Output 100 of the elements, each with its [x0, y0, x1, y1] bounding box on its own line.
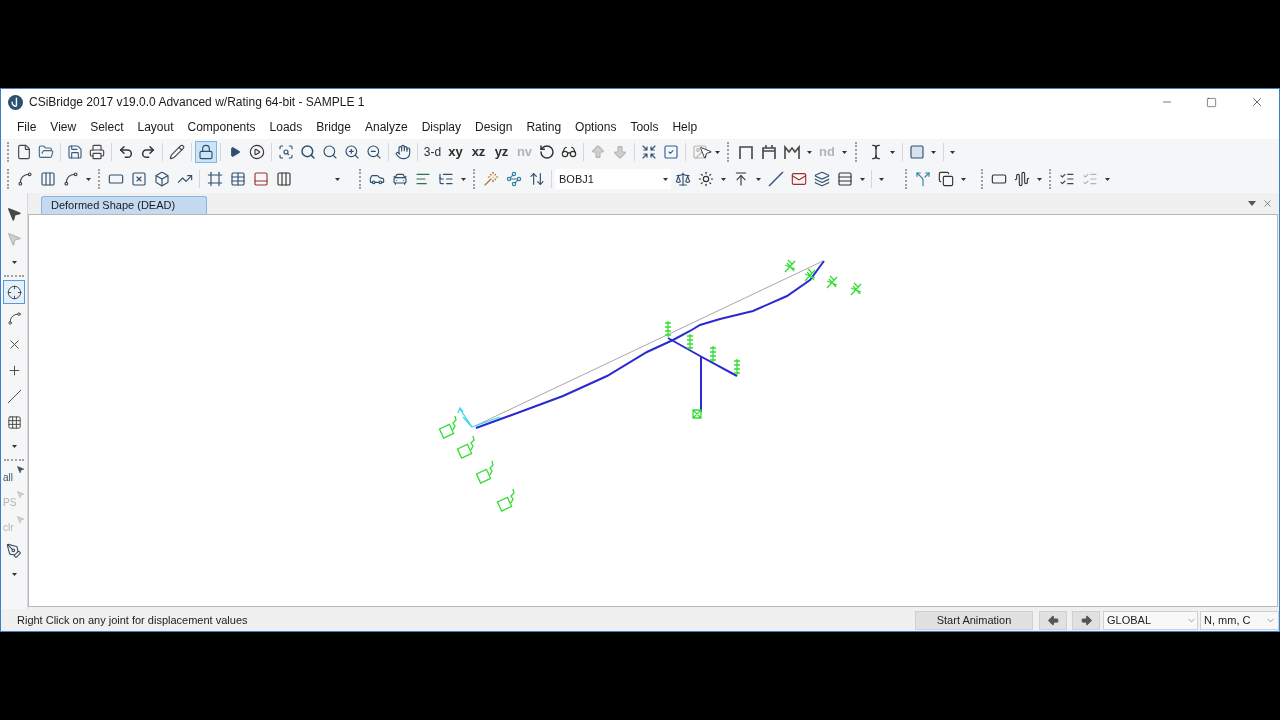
- view-button[interactable]: xz: [467, 141, 490, 163]
- coordinate-system-select[interactable]: GLOBAL: [1103, 610, 1198, 630]
- caret-icon[interactable]: [950, 150, 956, 154]
- save-icon[interactable]: [67, 144, 83, 160]
- units-select[interactable]: N, mm, C: [1200, 610, 1279, 630]
- undo-icon[interactable]: [118, 144, 134, 160]
- checklist-icon[interactable]: [1058, 171, 1075, 187]
- caret-icon[interactable]: [11, 444, 17, 448]
- deck-icon[interactable]: [990, 171, 1007, 187]
- play-icon[interactable]: [229, 146, 241, 158]
- curve-icon[interactable]: [16, 171, 33, 187]
- pencil-icon[interactable]: [169, 144, 185, 160]
- menu-item[interactable]: Help: [665, 115, 705, 139]
- menu-item[interactable]: Design: [468, 115, 520, 139]
- caret-icon[interactable]: [806, 150, 812, 154]
- menu-item[interactable]: Components: [180, 115, 263, 139]
- menu-item[interactable]: File: [10, 115, 44, 139]
- glasses-icon[interactable]: [561, 144, 577, 160]
- portal-frame-icon[interactable]: [738, 144, 754, 160]
- caret-icon[interactable]: [714, 150, 720, 154]
- box-icon[interactable]: [153, 171, 170, 187]
- caret-icon[interactable]: [931, 150, 937, 154]
- select-button[interactable]: all: [2, 463, 26, 488]
- caret-icon[interactable]: [662, 177, 668, 181]
- caret-icon[interactable]: [859, 177, 865, 181]
- menu-item[interactable]: Bridge: [309, 115, 358, 139]
- tab[interactable]: Deformed Shape (DEAD): [41, 196, 207, 214]
- caret-icon[interactable]: [960, 177, 966, 181]
- arch-frame-icon[interactable]: [783, 144, 800, 160]
- rotate-icon[interactable]: [539, 144, 555, 160]
- left-arrow-icon[interactable]: [1046, 613, 1060, 627]
- caret-icon[interactable]: [1104, 177, 1110, 181]
- caret-icon[interactable]: [720, 177, 726, 181]
- caret-icon[interactable]: [842, 150, 848, 154]
- curve-icon[interactable]: [62, 171, 79, 187]
- next-button[interactable]: [1072, 610, 1100, 630]
- envelope-icon[interactable]: [790, 171, 807, 187]
- nodes-icon[interactable]: [505, 171, 522, 187]
- caret-icon[interactable]: [755, 177, 761, 181]
- caret-icon[interactable]: [11, 260, 17, 264]
- menu-item[interactable]: Tools: [623, 115, 666, 139]
- pointer-icon[interactable]: [6, 205, 22, 222]
- new-file-icon[interactable]: [16, 144, 32, 160]
- layers-icon[interactable]: [813, 171, 830, 187]
- object-combo[interactable]: BOBJ1: [555, 169, 671, 189]
- maximize-icon[interactable]: [1206, 96, 1217, 108]
- caret-icon[interactable]: [460, 177, 466, 181]
- rows-icon[interactable]: [836, 171, 853, 187]
- right-arrow-icon[interactable]: [1079, 613, 1093, 627]
- checkbox-icon[interactable]: [663, 144, 679, 160]
- box-x-icon[interactable]: [130, 171, 147, 187]
- scale-icon[interactable]: [674, 171, 691, 187]
- scan-search-icon[interactable]: [278, 144, 294, 160]
- magnifier-icon[interactable]: [322, 144, 338, 160]
- car-icon[interactable]: [391, 171, 408, 187]
- panel-icon[interactable]: [252, 171, 269, 187]
- arrows-icon[interactable]: [528, 171, 545, 187]
- waveform-icon[interactable]: [1013, 171, 1030, 187]
- caret-icon[interactable]: [878, 177, 884, 181]
- caret-icon[interactable]: [85, 177, 91, 181]
- view-button[interactable]: yz: [490, 141, 513, 163]
- caret-icon[interactable]: [11, 572, 17, 576]
- close-icon[interactable]: [1262, 198, 1273, 209]
- menu-item[interactable]: View: [43, 115, 84, 139]
- columns-icon[interactable]: [39, 171, 56, 187]
- square-icon[interactable]: [908, 144, 925, 160]
- printer-icon[interactable]: [89, 144, 105, 160]
- folder-icon[interactable]: [38, 144, 54, 160]
- zoom-out-icon[interactable]: [366, 144, 382, 160]
- zoom-in-icon[interactable]: [344, 144, 360, 160]
- portal-frame-icon[interactable]: [760, 144, 777, 160]
- redo-icon[interactable]: [140, 144, 156, 160]
- shrink-icon[interactable]: [641, 144, 657, 160]
- menu-item[interactable]: Analyze: [357, 115, 415, 139]
- menu-item[interactable]: Display: [414, 115, 469, 139]
- sun-icon[interactable]: [697, 171, 714, 187]
- view-button[interactable]: 3-d: [421, 141, 444, 163]
- menu-item[interactable]: Select: [83, 115, 131, 139]
- magic-wand-icon[interactable]: [482, 171, 499, 187]
- dropdown-icon[interactable]: [1248, 201, 1256, 206]
- slash-icon[interactable]: [767, 171, 784, 187]
- menu-item[interactable]: Loads: [262, 115, 310, 139]
- deck-icon[interactable]: [107, 171, 124, 187]
- menu-item[interactable]: Options: [568, 115, 624, 139]
- menu-item[interactable]: Layout: [130, 115, 181, 139]
- view-button[interactable]: xy: [444, 141, 467, 163]
- caret-icon[interactable]: [334, 177, 340, 181]
- table-icon[interactable]: [229, 171, 246, 187]
- split-icon[interactable]: [914, 171, 931, 187]
- play-circle-icon[interactable]: [249, 144, 265, 160]
- pen-tool-icon[interactable]: [6, 542, 22, 559]
- list-tree-icon[interactable]: [437, 171, 454, 187]
- start-animation-button[interactable]: Start Animation: [915, 610, 1033, 630]
- caret-icon[interactable]: [1036, 177, 1042, 181]
- align-left-icon[interactable]: [414, 171, 431, 187]
- pointer-icon[interactable]: [16, 465, 25, 474]
- menu-item[interactable]: Rating: [519, 115, 569, 139]
- hand-icon[interactable]: [395, 144, 411, 160]
- frame-icon[interactable]: [206, 171, 223, 187]
- columns-icon[interactable]: [275, 171, 292, 187]
